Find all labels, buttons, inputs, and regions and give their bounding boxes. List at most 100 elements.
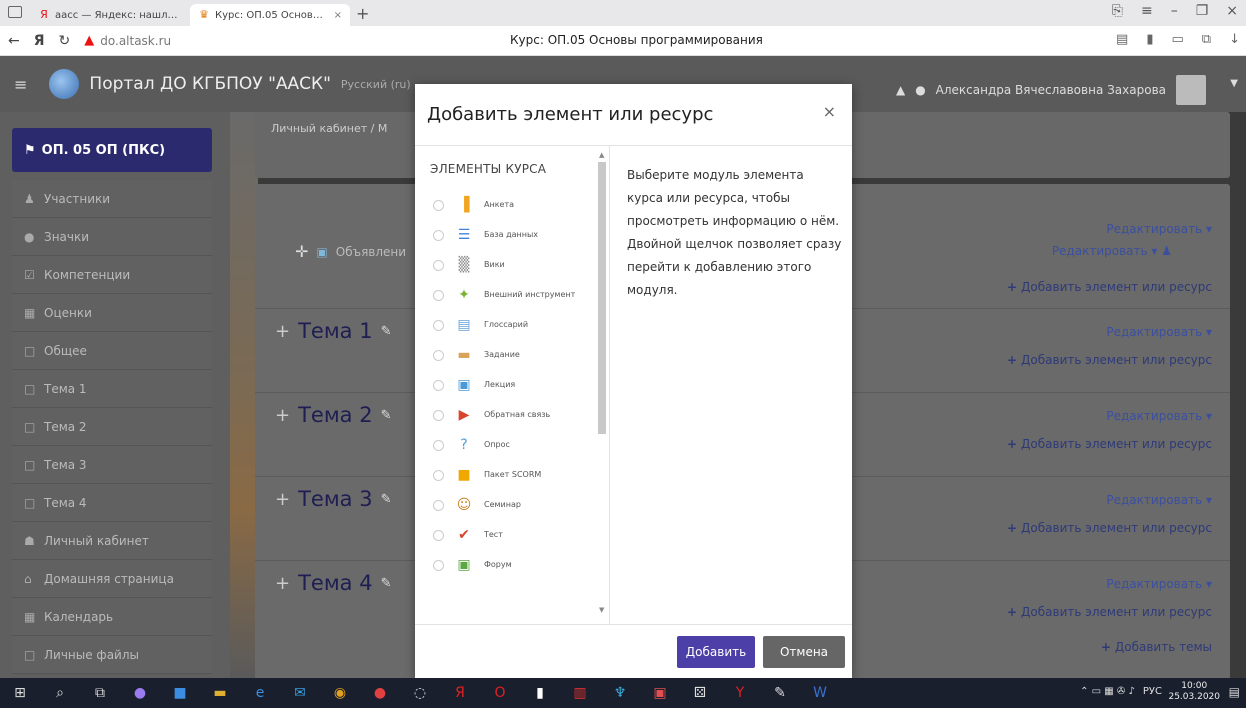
- sidebar-item[interactable]: ▦ Календарь: [12, 598, 212, 636]
- sidebar-item[interactable]: □ Личные файлы: [12, 636, 212, 674]
- edge-icon[interactable]: e: [240, 685, 280, 701]
- new-tab-icon[interactable]: +: [356, 4, 369, 23]
- add-activity-link[interactable]: + Добавить элемент или ресурс: [1007, 280, 1212, 294]
- pencil-icon[interactable]: ✎: [381, 324, 392, 339]
- opera-icon[interactable]: O: [480, 685, 520, 701]
- scroll-thumb[interactable]: [598, 162, 606, 434]
- close-window-icon[interactable]: ×: [1226, 3, 1238, 19]
- topic-title-text[interactable]: Тема 3: [298, 487, 373, 511]
- module-option[interactable]: ▤ Глоссарий: [433, 310, 603, 340]
- language-menu[interactable]: Русский (ru): [341, 78, 411, 91]
- module-option[interactable]: ■ Пакет SCORM: [433, 460, 603, 490]
- radio-button[interactable]: [433, 469, 444, 481]
- site-name[interactable]: Портал ДО КГБПОУ "ААСК": [89, 74, 331, 94]
- module-option[interactable]: ✦ Внешний инструмент: [433, 280, 603, 310]
- restore-icon[interactable]: ❐: [1196, 3, 1209, 19]
- move-icon[interactable]: +: [275, 321, 290, 342]
- sidebar-item[interactable]: ♟ Участники: [12, 180, 212, 218]
- tab-list-icon[interactable]: [8, 6, 22, 18]
- sidebar-item[interactable]: ☑ Компетенции: [12, 256, 212, 294]
- minimize-icon[interactable]: –: [1171, 3, 1178, 19]
- menu-icon[interactable]: ≡: [1141, 3, 1153, 19]
- radio-button[interactable]: [433, 289, 444, 301]
- site-logo-icon[interactable]: [49, 69, 80, 99]
- edit-menu[interactable]: Редактировать ▾: [1106, 325, 1212, 339]
- radio-button[interactable]: [433, 529, 444, 541]
- close-icon[interactable]: ×: [823, 102, 836, 121]
- app-icon[interactable]: ▣: [640, 685, 680, 701]
- move-icon[interactable]: +: [275, 573, 290, 594]
- module-option[interactable]: ▒ Вики: [433, 250, 603, 280]
- sidebar-item[interactable]: □ Общее: [12, 332, 212, 370]
- add-topics-link[interactable]: + Добавить темы: [1101, 640, 1212, 654]
- sidebar-item[interactable]: □ Тема 1: [12, 370, 212, 408]
- radio-button[interactable]: [433, 499, 444, 511]
- add-activity-link[interactable]: + Добавить элемент или ресурс: [1007, 605, 1212, 619]
- task-view-icon[interactable]: ⧉: [80, 685, 120, 701]
- module-option[interactable]: ▶ Обратная связь: [433, 400, 603, 430]
- tray-icons[interactable]: ⌃ ▭ ▦ ✇ ♪: [1080, 686, 1135, 697]
- browser-tab-yandex[interactable]: Я аасс — Яндекс: нашлось 2: [30, 4, 190, 26]
- chrome-icon[interactable]: ◉: [320, 685, 360, 701]
- module-option[interactable]: ✔ Тест: [433, 520, 603, 550]
- sidebar-course[interactable]: ⚑ ОП. 05 ОП (ПКС): [12, 128, 212, 172]
- edit-menu[interactable]: Редактировать ▾ ♟: [1052, 244, 1172, 258]
- app-icon[interactable]: ■: [160, 685, 200, 701]
- radio-button[interactable]: [433, 439, 444, 451]
- module-option[interactable]: ▐ Анкета: [433, 190, 603, 220]
- pencil-icon[interactable]: ✎: [381, 576, 392, 591]
- topic-title-text[interactable]: Тема 4: [298, 571, 373, 595]
- url-field[interactable]: ▲ do.altask.ru: [84, 33, 171, 48]
- sidebar-item[interactable]: ⌂ Домашняя страница: [12, 560, 212, 598]
- bookmark-icon[interactable]: ▮: [1146, 32, 1153, 47]
- move-icon[interactable]: ✛: [295, 242, 308, 261]
- add-activity-link[interactable]: + Добавить элемент или ресурс: [1007, 353, 1212, 367]
- bookmark-icon[interactable]: ⎘: [1112, 3, 1123, 19]
- download-icon[interactable]: ↓: [1229, 32, 1240, 47]
- notifications-icon[interactable]: ▤: [1229, 685, 1240, 699]
- folder-icon[interactable]: ▬: [200, 685, 240, 701]
- radio-button[interactable]: [433, 229, 444, 241]
- yandex-browser-icon[interactable]: Я: [440, 685, 480, 701]
- app-icon[interactable]: ●: [120, 685, 160, 701]
- module-option[interactable]: ▬ Задание: [433, 340, 603, 370]
- extensions-icon[interactable]: ⧉: [1202, 32, 1211, 47]
- battery-icon[interactable]: ▭: [1172, 32, 1184, 47]
- sidebar-item[interactable]: ● Значки: [12, 218, 212, 256]
- sidebar-item[interactable]: ☗ Личный кабинет: [12, 522, 212, 560]
- radio-button[interactable]: [433, 319, 444, 331]
- avatar[interactable]: [1176, 75, 1206, 105]
- module-option[interactable]: ▣ Форум: [433, 550, 603, 580]
- edit-menu[interactable]: Редактировать ▾: [1106, 577, 1212, 591]
- app-icon[interactable]: ▥: [560, 685, 600, 701]
- close-icon[interactable]: ×: [334, 10, 342, 21]
- module-option[interactable]: ▣ Лекция: [433, 370, 603, 400]
- search-icon[interactable]: ⌕: [40, 685, 80, 701]
- app-icon[interactable]: ◌: [400, 685, 440, 701]
- sidebar-item[interactable]: □ Тема 4: [12, 484, 212, 522]
- radio-button[interactable]: [433, 199, 444, 211]
- reload-icon[interactable]: ↻: [59, 33, 71, 49]
- app-icon[interactable]: ♆: [600, 685, 640, 701]
- scroll-down-icon[interactable]: ▼: [599, 606, 604, 614]
- sidebar-item[interactable]: □ Тема 2: [12, 408, 212, 446]
- module-option[interactable]: ☺ Семинар: [433, 490, 603, 520]
- topic-title-text[interactable]: Тема 1: [298, 319, 373, 343]
- move-icon[interactable]: +: [275, 489, 290, 510]
- topic-title-text[interactable]: Тема 2: [298, 403, 373, 427]
- radio-button[interactable]: [433, 259, 444, 271]
- sidebar-item[interactable]: ▦ Оценки: [12, 294, 212, 332]
- notes-icon[interactable]: ▮: [520, 685, 560, 701]
- scrollbar[interactable]: ▲ ▼: [598, 151, 606, 614]
- edit-menu[interactable]: Редактировать ▾: [1106, 222, 1212, 236]
- cancel-button[interactable]: Отмена: [763, 636, 845, 668]
- chevron-down-icon[interactable]: ▼: [1230, 78, 1238, 89]
- edit-menu[interactable]: Редактировать ▾: [1106, 409, 1212, 423]
- edit-menu[interactable]: Редактировать ▾: [1106, 493, 1212, 507]
- browser-tab-course[interactable]: ♛ Курс: ОП.05 Основы пр ×: [190, 4, 350, 26]
- reader-icon[interactable]: ▤: [1116, 32, 1128, 47]
- message-icon[interactable]: ●: [915, 83, 925, 97]
- menu-icon[interactable]: ≡: [14, 75, 27, 94]
- radio-button[interactable]: [433, 379, 444, 391]
- radio-button[interactable]: [433, 559, 444, 571]
